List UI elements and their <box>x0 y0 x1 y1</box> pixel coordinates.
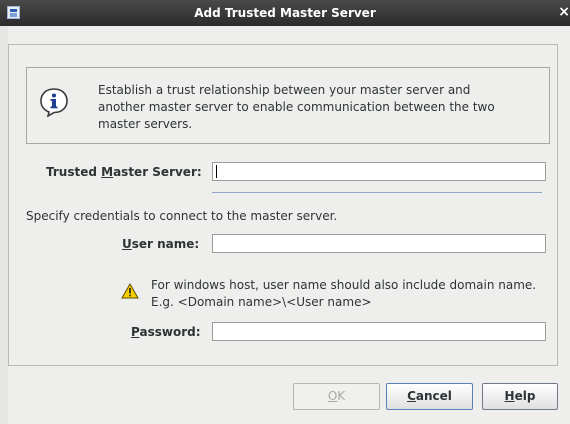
title-bar[interactable]: Add Trusted Master Server × <box>0 0 570 26</box>
password-input[interactable] <box>212 322 546 341</box>
cancel-button[interactable]: Cancel <box>386 383 473 410</box>
warning-icon <box>121 283 139 299</box>
window-title: Add Trusted Master Server <box>194 6 376 20</box>
info-icon <box>40 88 68 117</box>
window-left-edge <box>0 26 8 424</box>
user-name-input[interactable] <box>212 234 546 253</box>
domain-warning-text: For windows host, user name should also … <box>151 278 537 309</box>
close-icon[interactable]: × <box>558 4 570 20</box>
password-label: Password: <box>131 325 201 339</box>
section-separator <box>212 192 542 193</box>
info-message: Establish a trust relationship between y… <box>98 83 495 131</box>
trusted-master-server-label: Trusted Master Server: <box>46 165 202 179</box>
ok-button[interactable]: OK <box>293 383 380 410</box>
credentials-instruction: Specify credentials to connect to the ma… <box>26 209 338 223</box>
text-caret <box>216 165 217 178</box>
user-name-label: User name: <box>122 237 200 251</box>
trusted-master-server-input[interactable] <box>212 162 546 181</box>
help-button[interactable]: Help <box>482 383 558 410</box>
